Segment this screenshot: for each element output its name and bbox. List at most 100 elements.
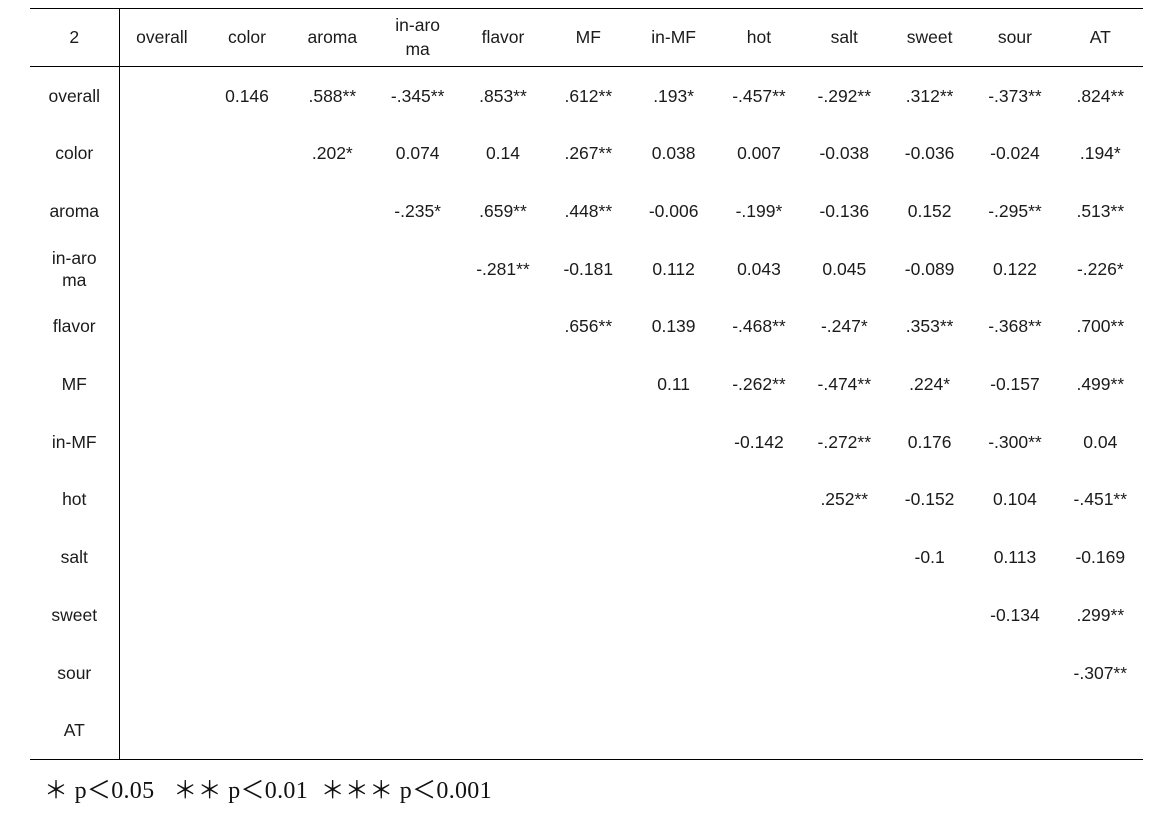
data-cell: -.474** (817, 374, 872, 395)
data-cell-empty (1057, 701, 1143, 761)
data-cell: .193* (653, 85, 695, 106)
data-cell-empty (119, 240, 204, 298)
data-cell-empty (460, 471, 545, 529)
data-cell-empty (204, 644, 289, 702)
row-header-flavor: flavor (30, 297, 120, 356)
data-cell: -0.181 (563, 258, 614, 279)
data-cell: -.300** (988, 431, 1042, 452)
data-cell: .612** (564, 85, 613, 106)
data-cell: 0.139 (651, 316, 696, 337)
data-cell-empty (460, 644, 545, 702)
table-row: salt -0.1 0.113 -0.169 (30, 528, 1143, 587)
data-cell: 0.11 (657, 374, 691, 395)
data-cell-empty (460, 701, 546, 761)
data-cell-empty (204, 471, 289, 529)
data-cell: .513** (1076, 201, 1125, 222)
data-cell-empty (460, 413, 545, 471)
data-cell-empty (119, 355, 204, 413)
row-header-hot: hot (30, 470, 120, 529)
data-cell-empty (375, 529, 460, 587)
data-cell-empty (375, 413, 460, 471)
data-cell-empty (290, 529, 375, 587)
data-cell-empty (972, 701, 1058, 761)
data-cell: .656** (564, 316, 613, 337)
row-header-in-aro-ma: in-aro ma (30, 240, 120, 298)
data-cell: 0.104 (993, 489, 1037, 510)
column-header-sour: sour (972, 8, 1058, 67)
data-cell: -0.036 (904, 143, 955, 164)
data-cell-empty (290, 471, 375, 529)
data-cell: 0.122 (993, 258, 1037, 279)
data-cell-empty (546, 413, 631, 471)
data-cell-empty (631, 471, 716, 529)
data-cell-empty (375, 355, 460, 413)
table-row: MF 0.11 -.262** -.474** .224* -0.157 .499** (30, 355, 1143, 414)
column-header-in-mf: in-MF (630, 8, 717, 67)
data-cell: .224* (909, 374, 951, 395)
data-cell: -.373** (988, 85, 1042, 106)
data-cell-empty (375, 298, 460, 356)
row-header-sour: sour (30, 643, 120, 702)
data-cell-empty (119, 471, 204, 529)
data-cell-empty (630, 701, 717, 761)
data-cell-empty (290, 182, 375, 240)
table-row: flavor .656** 0.139 -.468** -.247* .353** -.36… (30, 297, 1143, 356)
data-cell: -0.136 (819, 201, 870, 222)
data-cell: -0.142 (734, 431, 784, 452)
data-cell-empty (204, 529, 289, 587)
data-cell-empty (716, 529, 801, 587)
row-header-overall: overall (30, 66, 120, 125)
data-cell-empty (375, 644, 460, 702)
data-cell: -.307** (1073, 662, 1128, 683)
data-cell-empty (546, 644, 631, 702)
data-cell-empty (802, 586, 887, 644)
data-cell-empty (545, 701, 631, 761)
data-cell: 0.074 (395, 143, 440, 164)
data-cell: 0.045 (822, 258, 867, 279)
data-cell-empty (290, 298, 375, 356)
row-header-salt: salt (30, 528, 120, 587)
data-cell: .700** (1076, 316, 1125, 337)
data-cell-empty (460, 529, 545, 587)
data-cell: -.272** (817, 431, 872, 452)
column-header-mf: MF (545, 8, 631, 67)
data-cell: 0.146 (225, 85, 269, 106)
data-cell-empty (290, 644, 375, 702)
table-row: hot .252** -0.152 0.104 -.451** (30, 470, 1143, 529)
data-cell-empty (631, 586, 716, 644)
data-cell-empty (716, 701, 802, 761)
data-cell: -.368** (988, 316, 1042, 337)
data-cell-empty (119, 586, 204, 644)
data-cell-empty (631, 529, 716, 587)
data-cell-empty (886, 701, 973, 761)
data-cell-empty (887, 586, 972, 644)
table-header: 2 overall color aroma in-aro ma flavor MF in-MF h… (30, 8, 1143, 67)
data-cell-empty (290, 240, 375, 298)
data-cell-empty (460, 355, 545, 413)
data-cell: .448** (564, 201, 613, 222)
data-cell: 0.043 (737, 258, 781, 279)
data-cell-empty (290, 413, 375, 471)
data-cell-empty (972, 644, 1057, 702)
data-cell-empty (460, 586, 545, 644)
data-cell: .353** (905, 316, 954, 337)
data-cell: -0.024 (990, 143, 1040, 164)
data-cell: .194* (1079, 143, 1121, 164)
data-cell-empty (289, 701, 375, 761)
data-cell: .853** (479, 85, 527, 106)
data-cell: .659** (479, 201, 527, 222)
table-row: AT (30, 701, 1143, 761)
column-header-salt: salt (801, 8, 887, 67)
data-cell: -.247* (820, 316, 868, 337)
table-page: 2 overall color aroma in-aro ma flavor MF in-MF h… (0, 0, 1164, 831)
data-cell: .824** (1076, 85, 1125, 106)
data-cell-empty (290, 355, 375, 413)
data-cell-empty (119, 125, 204, 183)
data-cell-empty (631, 413, 716, 471)
column-header-sweet: sweet (886, 8, 973, 67)
data-cell: 0.112 (652, 258, 695, 279)
data-cell: -.451** (1073, 489, 1128, 510)
data-cell-empty (716, 586, 801, 644)
data-cell-empty (204, 355, 289, 413)
data-cell-empty (374, 701, 461, 761)
